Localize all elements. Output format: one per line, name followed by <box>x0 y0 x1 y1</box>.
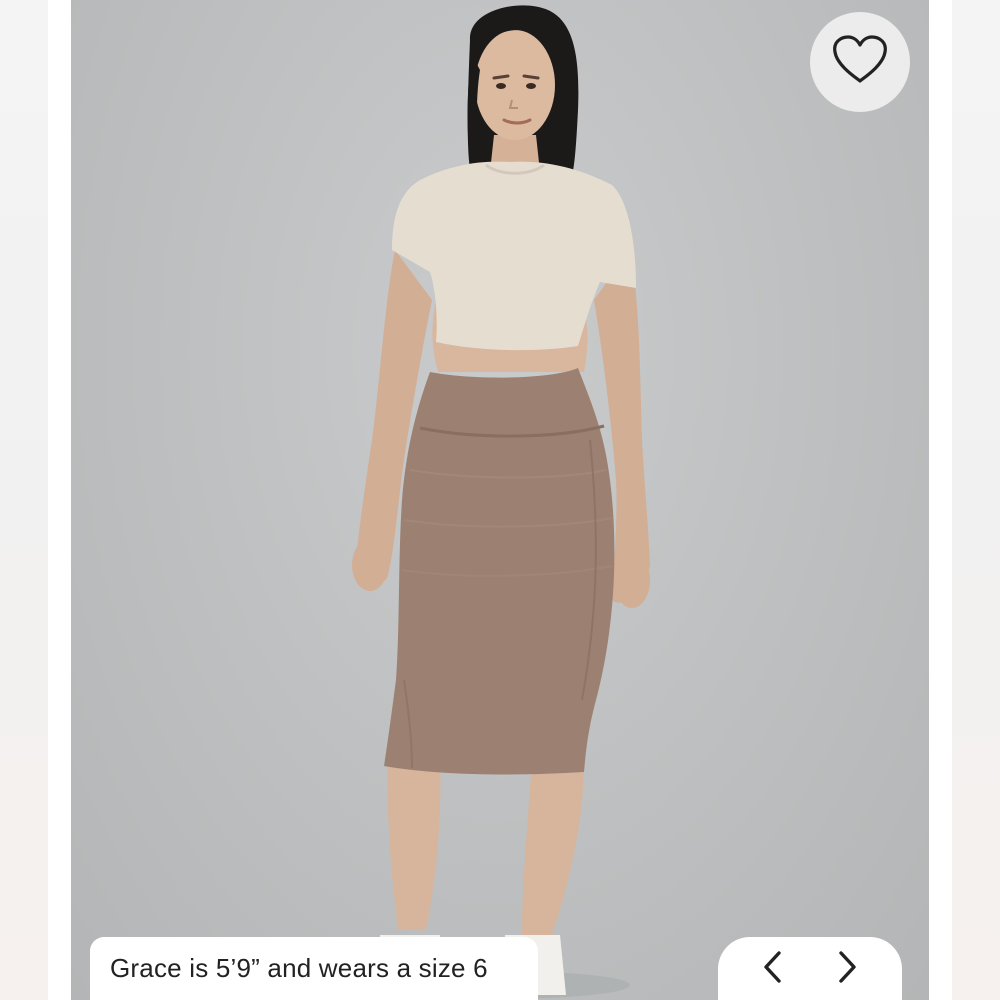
chevron-left-icon <box>761 950 785 988</box>
heart-icon <box>831 35 889 89</box>
gallery-side-left <box>0 0 70 1000</box>
caption-text: Grace is 5’9” and wears a size 6 <box>110 953 488 983</box>
model-illustration <box>352 5 650 999</box>
product-photo[interactable] <box>71 0 929 1000</box>
product-gallery: Grace is 5’9” and wears a size 6 <box>0 0 1000 1000</box>
previous-image-button[interactable] <box>748 944 798 994</box>
gallery-side-right <box>930 0 1000 1000</box>
favorite-button[interactable] <box>810 12 910 112</box>
model-size-caption: Grace is 5’9” and wears a size 6 <box>90 937 538 1000</box>
gallery-navigation <box>718 937 902 1000</box>
next-image-button[interactable] <box>822 944 872 994</box>
chevron-right-icon <box>835 950 859 988</box>
